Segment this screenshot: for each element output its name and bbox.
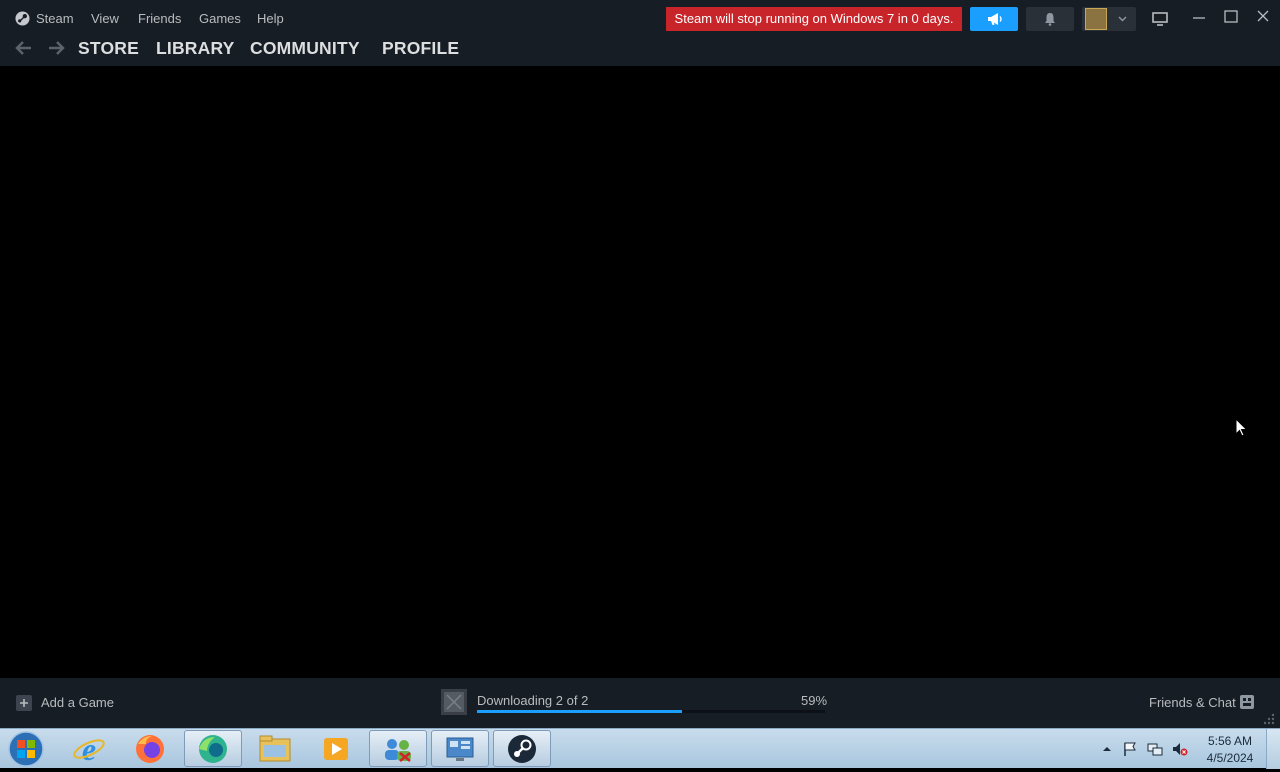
steam-titlebar: Steam View Friends Games Help STORE LIBR… <box>0 0 1280 66</box>
mouse-cursor-icon <box>1235 418 1248 437</box>
chevron-down-icon <box>1118 16 1127 22</box>
main-content-area <box>0 66 1280 678</box>
steam-taskbar-icon <box>508 735 536 763</box>
folder-icon <box>259 735 291 762</box>
friends-chat-icon[interactable] <box>1239 694 1255 710</box>
avatar <box>1085 8 1107 30</box>
windows-taskbar: e 5:56 AM 4/5/2024 <box>0 728 1280 769</box>
users-icon <box>385 739 411 762</box>
action-center-flag-icon[interactable] <box>1122 741 1138 757</box>
steam-logo-icon[interactable] <box>15 11 30 26</box>
show-hidden-icons-icon[interactable] <box>1099 741 1115 757</box>
nav-community[interactable]: COMMUNITY <box>250 38 360 59</box>
plus-icon <box>16 695 32 711</box>
download-progress-fill <box>477 710 683 713</box>
menu-friends[interactable]: Friends <box>138 11 181 26</box>
taskbar-firefox[interactable] <box>121 730 179 767</box>
control-panel-icon <box>446 737 474 761</box>
bell-icon <box>1045 13 1055 26</box>
megaphone-icon <box>988 13 1002 25</box>
add-game-label: Add a Game <box>41 695 114 710</box>
download-status-text[interactable]: Downloading 2 of 2 <box>477 693 588 708</box>
download-percent: 59% <box>801 693 828 708</box>
minimize-icon[interactable] <box>1187 6 1211 28</box>
close-icon[interactable] <box>1251 6 1275 28</box>
firefox-icon <box>136 735 164 763</box>
menu-help[interactable]: Help <box>257 11 284 26</box>
menu-steam[interactable]: Steam <box>36 11 74 26</box>
clock-time[interactable]: 5:56 AM <box>1200 734 1260 748</box>
windows7-warning-banner[interactable]: Steam will stop running on Windows 7 in … <box>666 7 962 31</box>
notifications-button[interactable] <box>1026 7 1074 31</box>
taskbar-steam[interactable] <box>493 730 551 767</box>
account-menu-button[interactable] <box>1082 7 1136 31</box>
taskbar-media-player[interactable] <box>307 730 365 767</box>
steam-bottom-bar: Add a Game Downloading 2 of 2 59% Friend… <box>0 678 1280 728</box>
download-game-thumbnail[interactable] <box>441 689 467 715</box>
nav-profile[interactable]: PROFILE <box>382 38 459 59</box>
monitor-icon[interactable] <box>1148 8 1172 30</box>
taskbar-users-app[interactable] <box>369 730 427 767</box>
taskbar-control-panel[interactable] <box>431 730 489 767</box>
nav-library[interactable]: LIBRARY <box>156 38 235 59</box>
announcements-button[interactable] <box>970 7 1018 31</box>
show-desktop-button[interactable] <box>1266 729 1280 769</box>
media-player-icon <box>324 738 348 760</box>
edge-like-icon <box>199 735 227 763</box>
resize-grip-icon[interactable] <box>1262 712 1276 726</box>
internet-explorer-icon: e <box>73 731 105 767</box>
network-icon[interactable] <box>1147 741 1163 757</box>
download-progress-bar[interactable] <box>477 710 825 713</box>
nav-store[interactable]: STORE <box>78 38 139 59</box>
menu-games[interactable]: Games <box>199 11 241 26</box>
taskbar-internet-explorer[interactable]: e <box>60 730 118 767</box>
friends-chat-button[interactable]: Friends & Chat <box>1149 695 1236 710</box>
clock-date[interactable]: 4/5/2024 <box>1200 751 1260 765</box>
start-orb-icon[interactable] <box>6 730 46 768</box>
taskbar-browser-app[interactable] <box>184 730 242 767</box>
svg-text:e: e <box>82 731 96 767</box>
maximize-icon[interactable] <box>1219 6 1243 28</box>
forward-arrow-icon[interactable] <box>46 38 66 58</box>
volume-muted-icon[interactable] <box>1172 741 1188 757</box>
taskbar-file-explorer[interactable] <box>246 730 304 767</box>
back-arrow-icon[interactable] <box>14 38 34 58</box>
menu-view[interactable]: View <box>91 11 119 26</box>
